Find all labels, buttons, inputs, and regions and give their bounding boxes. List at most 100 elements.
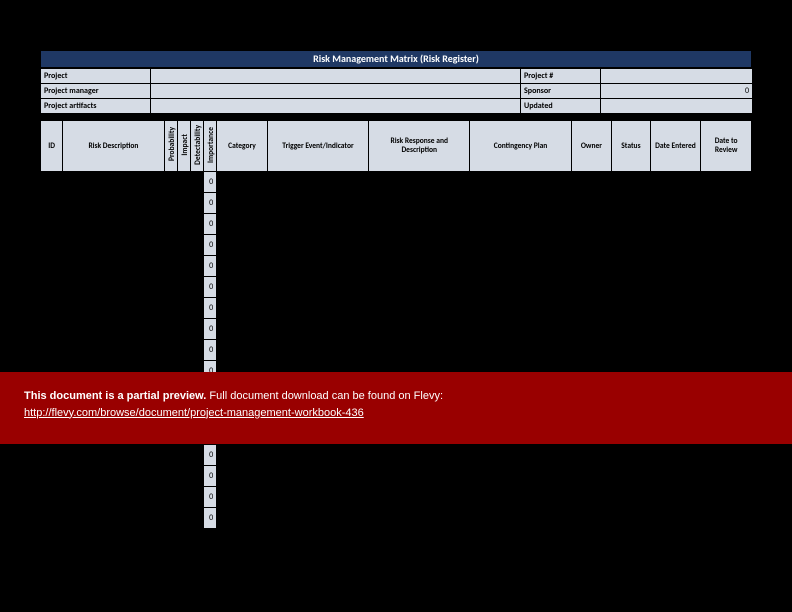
importance-cell[interactable]: 0 — [204, 277, 217, 298]
empty-cell[interactable] — [701, 214, 752, 235]
importance-cell[interactable]: 0 — [204, 487, 217, 508]
empty-cell[interactable] — [369, 256, 470, 277]
empty-cell[interactable] — [63, 340, 164, 361]
empty-cell[interactable] — [41, 172, 63, 193]
empty-cell[interactable] — [177, 277, 190, 298]
empty-cell[interactable] — [701, 193, 752, 214]
empty-cell[interactable] — [164, 298, 177, 319]
empty-cell[interactable] — [470, 340, 571, 361]
empty-cell[interactable] — [41, 277, 63, 298]
empty-cell[interactable] — [164, 487, 177, 508]
banner-link[interactable]: http://flevy.com/browse/document/project… — [24, 407, 364, 419]
empty-cell[interactable] — [571, 298, 612, 319]
empty-cell[interactable] — [41, 235, 63, 256]
empty-cell[interactable] — [63, 487, 164, 508]
empty-cell[interactable] — [701, 235, 752, 256]
empty-cell[interactable] — [217, 235, 268, 256]
empty-cell[interactable] — [164, 172, 177, 193]
empty-cell[interactable] — [41, 298, 63, 319]
empty-cell[interactable] — [612, 319, 650, 340]
empty-cell[interactable] — [217, 193, 268, 214]
importance-cell[interactable]: 0 — [204, 193, 217, 214]
artifacts-value[interactable] — [151, 99, 521, 114]
empty-cell[interactable] — [267, 193, 368, 214]
empty-cell[interactable] — [190, 172, 203, 193]
empty-cell[interactable] — [41, 445, 63, 466]
empty-cell[interactable] — [164, 235, 177, 256]
empty-cell[interactable] — [217, 508, 268, 529]
empty-cell[interactable] — [650, 298, 701, 319]
empty-cell[interactable] — [164, 214, 177, 235]
empty-cell[interactable] — [164, 193, 177, 214]
empty-cell[interactable] — [612, 172, 650, 193]
empty-cell[interactable] — [63, 298, 164, 319]
empty-cell[interactable] — [701, 256, 752, 277]
empty-cell[interactable] — [177, 235, 190, 256]
empty-cell[interactable] — [612, 466, 650, 487]
empty-cell[interactable] — [470, 319, 571, 340]
empty-cell[interactable] — [267, 319, 368, 340]
empty-cell[interactable] — [650, 235, 701, 256]
empty-cell[interactable] — [41, 193, 63, 214]
empty-cell[interactable] — [650, 172, 701, 193]
empty-cell[interactable] — [63, 508, 164, 529]
empty-cell[interactable] — [267, 445, 368, 466]
empty-cell[interactable] — [701, 445, 752, 466]
empty-cell[interactable] — [164, 466, 177, 487]
empty-cell[interactable] — [177, 340, 190, 361]
importance-cell[interactable]: 0 — [204, 319, 217, 340]
empty-cell[interactable] — [217, 298, 268, 319]
empty-cell[interactable] — [63, 277, 164, 298]
empty-cell[interactable] — [701, 340, 752, 361]
empty-cell[interactable] — [190, 508, 203, 529]
empty-cell[interactable] — [701, 277, 752, 298]
empty-cell[interactable] — [369, 445, 470, 466]
empty-cell[interactable] — [701, 466, 752, 487]
empty-cell[interactable] — [177, 508, 190, 529]
empty-cell[interactable] — [571, 487, 612, 508]
empty-cell[interactable] — [369, 487, 470, 508]
empty-cell[interactable] — [369, 193, 470, 214]
empty-cell[interactable] — [190, 193, 203, 214]
empty-cell[interactable] — [217, 466, 268, 487]
empty-cell[interactable] — [701, 508, 752, 529]
empty-cell[interactable] — [63, 172, 164, 193]
sponsor-value[interactable]: 0 — [601, 84, 753, 99]
empty-cell[interactable] — [470, 214, 571, 235]
empty-cell[interactable] — [63, 466, 164, 487]
updated-value[interactable] — [601, 99, 753, 114]
empty-cell[interactable] — [177, 214, 190, 235]
empty-cell[interactable] — [217, 487, 268, 508]
empty-cell[interactable] — [612, 445, 650, 466]
importance-cell[interactable]: 0 — [204, 508, 217, 529]
empty-cell[interactable] — [190, 277, 203, 298]
empty-cell[interactable] — [571, 214, 612, 235]
empty-cell[interactable] — [650, 256, 701, 277]
empty-cell[interactable] — [470, 256, 571, 277]
empty-cell[interactable] — [470, 445, 571, 466]
empty-cell[interactable] — [612, 256, 650, 277]
importance-cell[interactable]: 0 — [204, 445, 217, 466]
empty-cell[interactable] — [701, 172, 752, 193]
empty-cell[interactable] — [701, 487, 752, 508]
empty-cell[interactable] — [63, 445, 164, 466]
empty-cell[interactable] — [612, 193, 650, 214]
empty-cell[interactable] — [701, 319, 752, 340]
empty-cell[interactable] — [177, 445, 190, 466]
empty-cell[interactable] — [369, 466, 470, 487]
empty-cell[interactable] — [41, 256, 63, 277]
empty-cell[interactable] — [612, 277, 650, 298]
empty-cell[interactable] — [470, 193, 571, 214]
empty-cell[interactable] — [63, 319, 164, 340]
empty-cell[interactable] — [164, 445, 177, 466]
empty-cell[interactable] — [164, 256, 177, 277]
empty-cell[interactable] — [41, 319, 63, 340]
empty-cell[interactable] — [177, 172, 190, 193]
empty-cell[interactable] — [267, 277, 368, 298]
importance-cell[interactable]: 0 — [204, 340, 217, 361]
empty-cell[interactable] — [612, 298, 650, 319]
importance-cell[interactable]: 0 — [204, 466, 217, 487]
empty-cell[interactable] — [571, 256, 612, 277]
empty-cell[interactable] — [470, 487, 571, 508]
empty-cell[interactable] — [190, 235, 203, 256]
